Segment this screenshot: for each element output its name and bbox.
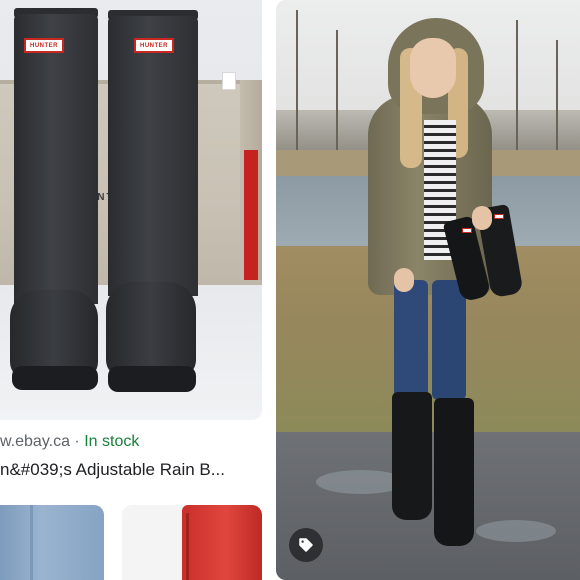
boot-shaft (14, 14, 98, 304)
held-boot-logo (462, 228, 472, 233)
tree (516, 20, 518, 150)
left-boot: HUNTER (10, 0, 110, 420)
result-image-jeans[interactable] (0, 505, 104, 580)
person-jeans (432, 280, 466, 400)
red-boot-seam (186, 513, 189, 580)
hunter-logo-badge: HUNTER (24, 38, 64, 53)
hunter-logo-text: HUNTER (140, 42, 168, 49)
hunter-logo-badge: HUNTER (134, 38, 174, 53)
result-image-woman-rain-boots[interactable] (276, 0, 580, 580)
result-source[interactable]: w.ebay.ca · In stock (0, 433, 139, 451)
result-title[interactable]: n&#039;s Adjustable Rain B... (0, 460, 262, 480)
source-separator: · (74, 433, 80, 450)
boot-foot (106, 282, 196, 378)
tag-icon (299, 538, 313, 552)
tree (296, 10, 298, 150)
boot-sole (12, 366, 98, 390)
person-hand (472, 206, 492, 230)
puddle (476, 520, 556, 542)
shoe-box-label (222, 72, 236, 90)
person-boot (392, 392, 432, 520)
hunter-logo-text: HUNTER (30, 42, 58, 49)
boot-sole (108, 366, 196, 392)
person-boot (434, 398, 474, 546)
shoe-box-red-edge (244, 150, 258, 280)
tree (336, 30, 338, 150)
person-jeans (394, 280, 428, 400)
red-boot (182, 505, 262, 580)
held-boot-logo (494, 214, 504, 219)
source-domain: w.ebay.ca (0, 433, 70, 450)
result-image-red-boot[interactable] (122, 505, 262, 580)
result-image-hunter-boots[interactable]: UNTE HUNTER HUNTER (0, 0, 262, 420)
product-tag-button[interactable] (289, 528, 323, 562)
right-boot: HUNTER (104, 0, 204, 420)
person-hand (394, 268, 414, 292)
stock-status: In stock (84, 433, 140, 450)
tree (556, 40, 558, 150)
boot-shaft (108, 16, 198, 296)
person-face (410, 38, 456, 98)
